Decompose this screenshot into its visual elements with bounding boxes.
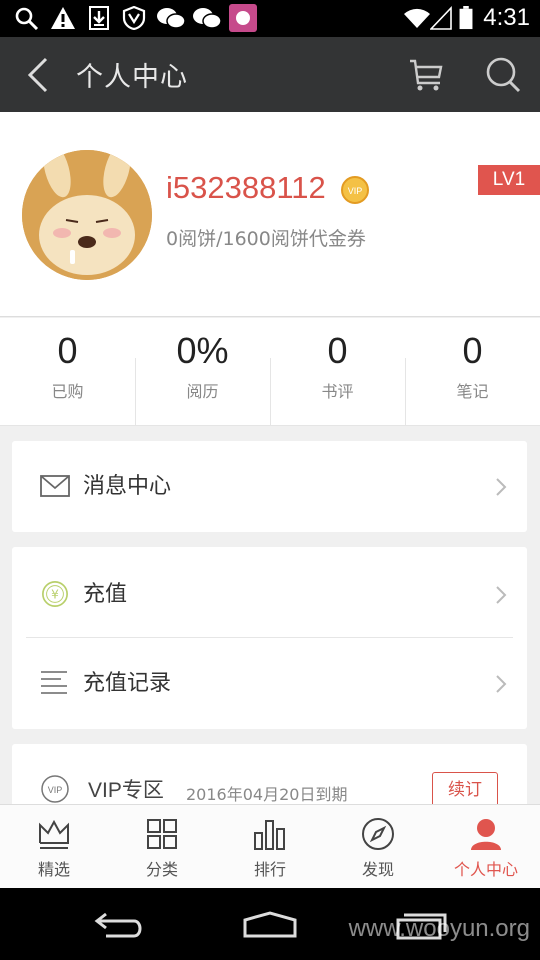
stat-label: 阅历 — [186, 382, 219, 401]
stat-notes[interactable]: 0 笔记 — [405, 318, 540, 426]
wechat-icon — [157, 8, 186, 29]
messages-card: 消息中心 — [12, 441, 527, 532]
system-nav-bar: www.wooyun.org — [0, 888, 540, 960]
status-bar: 4:31 — [0, 0, 540, 37]
menu-item-recharge[interactable]: ¥ 充值 — [12, 549, 527, 639]
crown-icon — [39, 819, 69, 849]
vip-expiry: 2016年04月20日到期 — [186, 785, 348, 804]
menu-item-label: 充值 — [83, 582, 128, 607]
stat-value: 0 — [462, 330, 483, 371]
back-icon[interactable] — [94, 910, 146, 940]
back-arrow-icon[interactable] — [24, 57, 54, 93]
stat-reviews[interactable]: 0 书评 — [270, 318, 405, 426]
tab-label: 个人中心 — [453, 860, 518, 879]
search-icon — [15, 7, 39, 30]
page-title: 个人中心 — [76, 62, 188, 93]
tab-label: 分类 — [145, 860, 178, 879]
menu-item-label: 充值记录 — [83, 671, 172, 696]
wifi-icon — [404, 8, 430, 28]
menu-item-label: 消息中心 — [83, 474, 172, 499]
menu-item-recharge-records[interactable]: 充值记录 — [12, 638, 527, 728]
signal-icon — [430, 6, 452, 30]
stat-label: 书评 — [321, 382, 354, 401]
stat-label: 笔记 — [456, 382, 489, 401]
stats-bar: 0 已购 0% 阅历 0 书评 0 笔记 — [0, 318, 540, 426]
stat-label: 已购 — [51, 382, 84, 401]
cart-icon[interactable] — [408, 57, 444, 93]
envelope-icon — [40, 475, 70, 497]
battery-icon — [459, 6, 473, 30]
tab-profile[interactable]: 个人中心 — [432, 805, 540, 888]
app-header: 个人中心 — [0, 37, 540, 112]
bar-chart-icon — [254, 820, 285, 850]
chevron-right-icon — [496, 586, 507, 604]
grid-icon — [147, 819, 177, 849]
stat-value: 0 — [327, 330, 348, 371]
coupon-balance: 0阅饼/1600阅饼代金券 — [166, 228, 366, 250]
wechat-icon — [193, 8, 222, 29]
person-icon — [471, 819, 501, 850]
rabbit-avatar-icon — [22, 150, 152, 280]
username: i532388112 — [166, 170, 326, 205]
list-icon — [41, 671, 67, 694]
svg-text:¥: ¥ — [51, 588, 59, 602]
download-icon — [89, 6, 109, 30]
vip-badge-icon: VIP — [341, 176, 369, 204]
avatar[interactable] — [22, 150, 152, 280]
tab-featured[interactable]: 精选 — [0, 805, 108, 888]
tab-label: 发现 — [361, 860, 394, 879]
yuan-coin-icon: ¥ — [42, 581, 68, 607]
chevron-right-icon — [496, 478, 507, 496]
tab-categories[interactable]: 分类 — [108, 805, 216, 888]
clock: 4:31 — [483, 4, 530, 31]
svg-text:VIP: VIP — [348, 186, 363, 196]
menu-item-messages[interactable]: 消息中心 — [12, 441, 527, 531]
tab-discover[interactable]: 发现 — [324, 805, 432, 888]
search-icon[interactable] — [484, 55, 522, 93]
home-icon[interactable] — [242, 910, 298, 938]
level-badge: LV1 — [478, 165, 540, 195]
shield-icon — [122, 6, 146, 30]
stat-value: 0 — [57, 330, 78, 371]
bottom-tab-bar: 精选 分类 排行 发现 个人中心 — [0, 804, 540, 888]
tab-label: 排行 — [253, 860, 286, 879]
compass-icon — [362, 818, 394, 850]
vip-zone-label: VIP专区 — [88, 779, 164, 802]
profile-section: i532388112 VIP 0阅饼/1600阅饼代金券 LV1 — [0, 112, 540, 317]
tab-label: 精选 — [37, 860, 70, 879]
vip-icon: VIP — [41, 775, 69, 803]
warning-icon — [51, 7, 75, 29]
chevron-right-icon — [496, 675, 507, 693]
stat-purchased[interactable]: 0 已购 — [0, 318, 135, 425]
watermark: www.wooyun.org — [348, 915, 530, 942]
svg-text:VIP: VIP — [48, 785, 63, 795]
recharge-card: ¥ 充值 充值记录 — [12, 547, 527, 729]
tab-rankings[interactable]: 排行 — [216, 805, 324, 888]
renew-button[interactable]: 续订 — [432, 772, 498, 808]
stat-value: 0% — [176, 330, 229, 371]
app-notification-icon — [229, 4, 257, 32]
stat-reading-history[interactable]: 0% 阅历 — [135, 318, 270, 426]
